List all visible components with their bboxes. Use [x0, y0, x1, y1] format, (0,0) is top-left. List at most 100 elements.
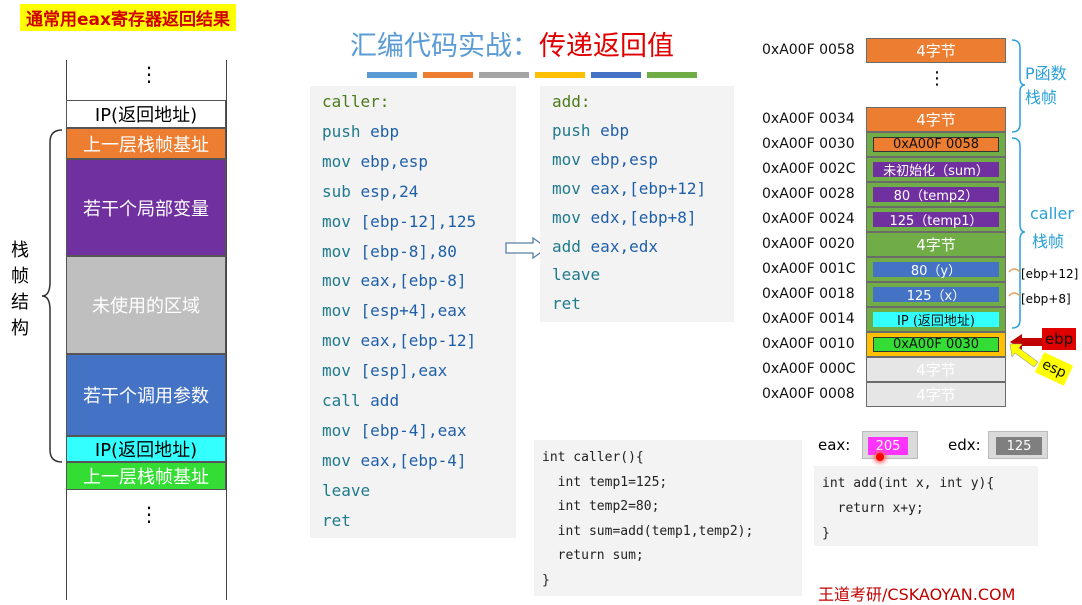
ebp-label: ebp	[1042, 328, 1076, 350]
stack-brace	[41, 129, 63, 463]
mem-address: 0xA00F 0018	[762, 286, 855, 302]
asm-args: ebp	[370, 121, 400, 141]
asm-line: mov [ebp-8],80	[322, 242, 457, 261]
memory-cell: 80（temp2）	[866, 182, 1006, 207]
mem-address: 0xA00F 0030	[762, 136, 855, 152]
asm-op: mov	[322, 301, 351, 321]
c-code-line: return x+y;	[822, 501, 924, 516]
asm-line: caller:	[322, 92, 389, 111]
stack-row: 若干个局部变量	[66, 159, 226, 256]
asm-line: mov eax,[ebp-12]	[322, 331, 476, 350]
asm-line: push ebp	[552, 121, 629, 140]
asm-line: sub esp,24	[322, 182, 418, 201]
asm-op: call	[322, 391, 361, 410]
memory-cell: 4字节	[866, 107, 1006, 132]
stack-ellipsis-bottom: ⋮	[139, 502, 159, 526]
mem-address: 0xA00F 0020	[762, 236, 855, 252]
edx-label: edx:	[948, 436, 981, 454]
asm-op: mov	[322, 241, 351, 261]
asm-op: mov	[322, 450, 351, 470]
memory-cell-value: 125（x）	[873, 287, 999, 304]
memory-cell: 0xA00F 0030	[866, 332, 1006, 357]
page-title: 汇编代码实战：传递返回值	[350, 24, 674, 63]
memory-cell-value: 80（y）	[873, 262, 999, 279]
asm-line: mov eax,[ebp-4]	[322, 451, 467, 470]
memory-cell-value: 125（temp1）	[873, 212, 999, 229]
color-bar	[591, 72, 641, 78]
memory-cell-value: 0xA00F 0058	[873, 137, 999, 152]
asm-line: add eax,edx	[552, 237, 658, 256]
edx-value: 125	[996, 437, 1042, 455]
stack-row: IP(返回地址)	[66, 100, 226, 128]
asm-op: sub	[322, 181, 351, 201]
color-bar	[423, 72, 473, 78]
stack-ellipsis-top: ⋮	[139, 62, 159, 86]
color-bar	[535, 72, 585, 78]
asm-args: eax,[ebp-12]	[360, 331, 477, 351]
asm-line: leave	[552, 265, 600, 284]
esp-label: esp	[1034, 352, 1074, 386]
c-code-line: }	[542, 572, 550, 588]
asm-label: add:	[552, 92, 591, 111]
asm-args: add	[370, 391, 400, 410]
c-code-line: return sum;	[542, 548, 644, 563]
asm-line: mov [ebp-4],eax	[322, 421, 467, 440]
asm-line: call add	[322, 391, 399, 410]
asm-args: edx,[ebp+8]	[590, 207, 697, 227]
stack-row: 未使用的区域	[66, 256, 226, 354]
memory-cell-value: 80（temp2）	[873, 187, 999, 204]
asm-op: mov	[322, 361, 351, 381]
asm-op: mov	[552, 207, 581, 227]
mem-address: 0xA00F 0008	[762, 386, 855, 402]
asm-op: ret	[552, 294, 581, 314]
asm-op: leave	[322, 480, 371, 500]
caller-asm-panel: caller: push ebp mov ebp,esp sub esp,24 mov …	[310, 86, 516, 538]
memory-cell: 4字节	[866, 38, 1006, 63]
title-part2: 传递返回值	[539, 31, 674, 62]
asm-line: add:	[552, 92, 591, 111]
mem-address: 0xA00F 0058	[762, 42, 855, 58]
memory-cell: 4字节	[866, 232, 1006, 257]
memory-cell: IP (返回地址)	[866, 307, 1006, 332]
asm-op: mov	[322, 331, 351, 351]
asm-op: mov	[322, 271, 351, 291]
watermark: 王道考研/CSKAOYAN.COM	[818, 585, 1016, 604]
asm-line: mov [esp],eax	[322, 361, 447, 380]
stack-row: 上一层栈帧基址	[66, 462, 226, 490]
memory-cell: 未初始化（sum）	[866, 157, 1006, 182]
asm-args: ebp,esp	[590, 149, 658, 169]
asm-op: mov	[552, 178, 581, 198]
asm-line: mov [esp+4],eax	[322, 301, 467, 320]
asm-args: ebp,esp	[360, 151, 428, 171]
mem-ellipsis: ⋮	[928, 68, 946, 89]
memory-cell: 80（y）	[866, 257, 1006, 282]
asm-op: push	[322, 121, 361, 141]
title-part1: 汇编代码实战：	[350, 31, 539, 62]
asm-op: mov	[552, 149, 581, 169]
cursor-dot	[876, 453, 884, 461]
asm-args: esp,24	[360, 181, 419, 201]
c-caller-panel: int caller(){ int temp1=125; int temp2=8…	[534, 440, 802, 596]
memory-cell: 125（x）	[866, 282, 1006, 307]
memory-cell-value: IP (返回地址)	[873, 312, 999, 329]
asm-line: leave	[322, 481, 370, 500]
asm-line: ret	[322, 511, 351, 530]
asm-label: caller:	[322, 92, 390, 111]
c-code-line: int add(int x, int y){	[822, 476, 995, 491]
memory-cell: 4字节	[866, 382, 1006, 407]
mem-address: 0xA00F 0024	[762, 211, 855, 227]
asm-line: mov eax,[ebp+12]	[552, 179, 706, 198]
asm-args: [ebp-4],eax	[360, 420, 467, 440]
asm-op: mov	[322, 151, 351, 171]
asm-line: mov edx,[ebp+8]	[552, 208, 697, 227]
ebp-plus8-label: [ebp+8]	[1021, 292, 1071, 306]
mem-address: 0xA00F 002C	[762, 161, 856, 177]
mem-address: 0xA00F 0034	[762, 111, 855, 127]
memory-cell: 0xA00F 0058	[866, 132, 1006, 157]
mem-address: 0xA00F 0028	[762, 186, 855, 202]
c-add-panel: int add(int x, int y){ return x+y;}	[814, 466, 1038, 546]
asm-line: mov ebp,esp	[322, 152, 428, 171]
color-bar	[647, 72, 697, 78]
c-code-line: int temp2=80;	[542, 499, 660, 514]
asm-op: mov	[322, 420, 351, 440]
